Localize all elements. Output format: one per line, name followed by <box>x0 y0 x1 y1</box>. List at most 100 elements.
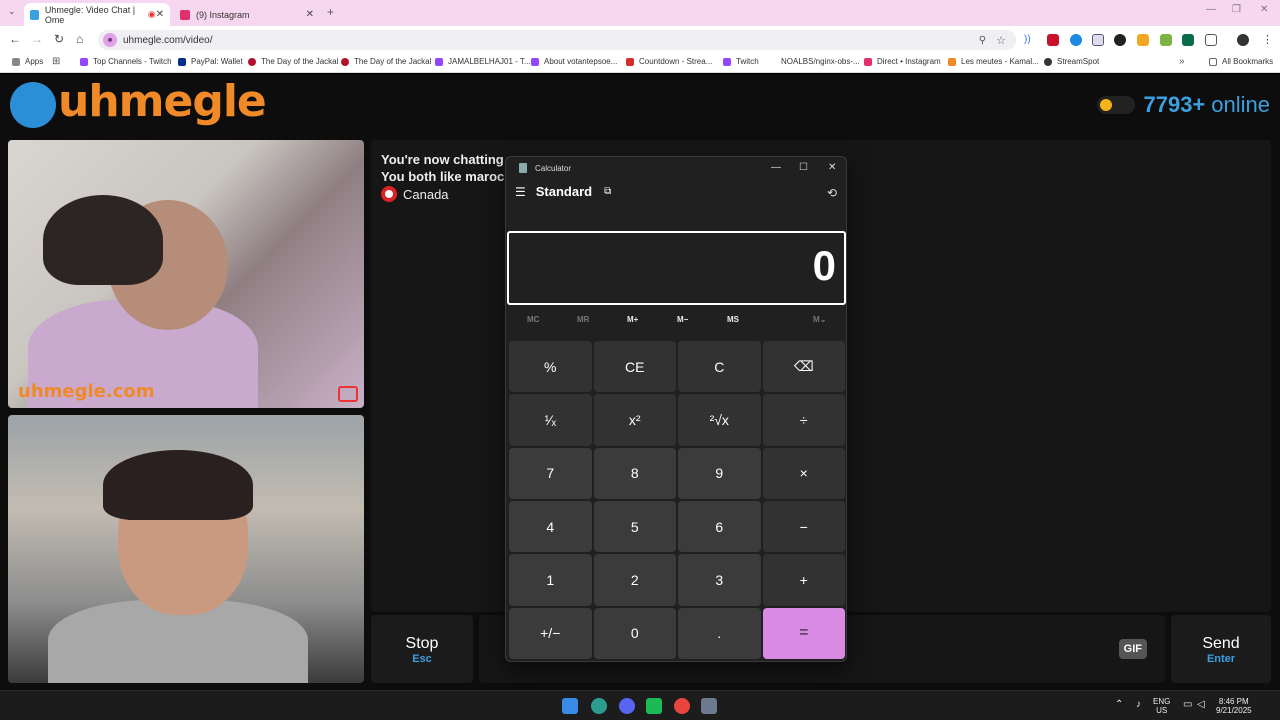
gif-button[interactable]: GIF <box>1118 639 1147 659</box>
forward-icon[interactable]: → <box>31 32 43 46</box>
memory-list-button[interactable]: M⌄ <box>813 315 826 324</box>
maximize-icon[interactable]: ❐ <box>1232 4 1241 15</box>
equals-button[interactable]: = <box>762 607 845 659</box>
digit-4-button[interactable]: 4 <box>509 500 592 553</box>
digit-0-button[interactable]: 0 <box>593 607 676 659</box>
tab-search-icon[interactable]: ⌄ <box>8 6 16 17</box>
square-button[interactable]: x² <box>593 394 676 446</box>
extension-chart-icon[interactable] <box>1182 34 1194 46</box>
extension-wave-icon[interactable]: )) <box>1024 34 1036 46</box>
uhmegle-logo-text[interactable]: uhmegle <box>58 76 267 127</box>
report-flag-icon[interactable] <box>338 386 358 402</box>
discord-icon[interactable] <box>619 698 635 714</box>
uhmegle-logo-icon[interactable] <box>10 82 56 128</box>
send-button[interactable]: Send Enter <box>1171 615 1271 683</box>
bookmark-star-icon[interactable]: ☆ <box>996 34 1006 47</box>
memory-add-button[interactable]: M+ <box>627 315 638 324</box>
browser-menu-icon[interactable]: ⋮ <box>1262 33 1273 46</box>
address-bar[interactable]: ■ uhmegle.com/video/ ⚲ ☆ <box>98 30 1016 50</box>
back-icon[interactable]: ← <box>9 32 21 46</box>
extension-green-icon[interactable] <box>1160 34 1172 46</box>
extension-orange-icon[interactable] <box>1137 34 1149 46</box>
subtract-button[interactable]: − <box>762 500 845 553</box>
zoom-icon[interactable]: ⚲ <box>979 35 986 46</box>
digit-1-button[interactable]: 1 <box>509 554 592 606</box>
calc-close-icon[interactable]: ✕ <box>828 162 836 173</box>
language-indicator[interactable]: ENG US <box>1153 697 1170 715</box>
square-root-button[interactable]: ²√x <box>678 394 761 446</box>
site-info-icon[interactable]: ■ <box>103 33 117 47</box>
minimize-icon[interactable]: — <box>1206 4 1216 15</box>
tray-chevron-icon[interactable]: ⌃ <box>1115 699 1123 710</box>
network-icon[interactable]: ▭ <box>1183 699 1192 710</box>
history-icon[interactable]: ⟲ <box>827 186 837 200</box>
tab-instagram[interactable]: (9) Instagram ✕ <box>174 3 320 26</box>
calculator-taskbar-icon[interactable] <box>701 698 717 714</box>
grid-icon[interactable]: ⊞ <box>52 56 60 67</box>
profile-avatar-icon[interactable] <box>1237 34 1249 46</box>
bookmark-item[interactable]: About votantepsoe... <box>531 57 617 66</box>
app-green-icon[interactable] <box>646 698 662 714</box>
edge-icon[interactable] <box>591 698 607 714</box>
clear-button[interactable]: C <box>678 341 761 393</box>
bookmark-item[interactable]: The Day of the Jackal <box>248 57 338 66</box>
divide-button[interactable]: ÷ <box>762 394 845 446</box>
calculator-titlebar[interactable]: Calculator <box>506 157 846 179</box>
digit-9-button[interactable]: 9 <box>678 447 761 499</box>
extension-blue-icon[interactable] <box>1070 34 1082 46</box>
bookmark-item[interactable]: StreamSpot <box>1044 57 1099 66</box>
close-window-icon[interactable]: ✕ <box>1260 4 1268 15</box>
extensions-puzzle-icon[interactable] <box>1205 34 1217 46</box>
bookmark-item[interactable]: PayPal: Wallet <box>178 57 243 66</box>
more-bookmarks-icon[interactable]: » <box>1179 56 1185 67</box>
decimal-button[interactable]: . <box>678 607 761 659</box>
keep-on-top-icon[interactable]: ⧉ <box>604 186 611 197</box>
reload-icon[interactable]: ↻ <box>54 32 64 46</box>
add-button[interactable]: + <box>762 554 845 606</box>
start-icon[interactable] <box>562 698 578 714</box>
multiply-button[interactable]: × <box>762 447 845 499</box>
backspace-icon[interactable]: ⌫ <box>762 341 845 393</box>
bookmark-item[interactable]: Countdown - Strea... <box>626 57 712 66</box>
calc-minimize-icon[interactable]: — <box>771 162 781 173</box>
digit-7-button[interactable]: 7 <box>509 447 592 499</box>
close-tab-icon[interactable]: ✕ <box>306 9 314 20</box>
reciprocal-button[interactable]: ¹⁄ₓ <box>509 394 592 446</box>
new-tab-button[interactable]: + <box>327 5 334 19</box>
stop-button[interactable]: Stop Esc <box>371 615 473 683</box>
clock[interactable]: 8:46 PM 9/21/2025 <box>1216 697 1252 715</box>
bookmark-item[interactable]: JAMALBELHAJ01 - T... <box>435 57 531 66</box>
extension-screen-icon[interactable] <box>1092 34 1104 46</box>
digit-3-button[interactable]: 3 <box>678 554 761 606</box>
digit-6-button[interactable]: 6 <box>678 500 761 553</box>
theme-toggle[interactable] <box>1097 96 1136 114</box>
all-bookmarks-button[interactable]: All Bookmarks <box>1209 57 1273 66</box>
digit-8-button[interactable]: 8 <box>593 447 676 499</box>
home-icon[interactable]: ⌂ <box>76 32 83 46</box>
percent-button[interactable]: % <box>509 341 592 393</box>
volume-icon[interactable]: ◁ <box>1197 699 1205 710</box>
memory-store-button[interactable]: MS <box>727 315 739 324</box>
bookmark-item[interactable]: The Day of the Jackal <box>341 57 431 66</box>
bookmark-item[interactable]: Les meutes - Kamal... <box>948 57 1039 66</box>
hamburger-menu-icon[interactable]: ☰ <box>515 185 526 199</box>
memory-subtract-button[interactable]: M− <box>677 315 688 324</box>
bookmark-item[interactable]: Direct • Instagram <box>864 57 941 66</box>
memory-clear-button[interactable]: MC <box>527 315 539 324</box>
extension-panda-icon[interactable] <box>1114 34 1126 46</box>
bookmark-apps[interactable]: Apps <box>12 57 43 66</box>
chrome-icon[interactable] <box>674 698 690 714</box>
bookmark-item[interactable]: NOALBS/nginx-obs-... <box>768 57 860 66</box>
digit-5-button[interactable]: 5 <box>593 500 676 553</box>
negate-button[interactable]: +/− <box>509 607 592 659</box>
digit-2-button[interactable]: 2 <box>593 554 676 606</box>
clear-entry-button[interactable]: CE <box>593 341 676 393</box>
extension-red-icon[interactable] <box>1047 34 1059 46</box>
microphone-icon[interactable]: ♪ <box>1136 699 1141 710</box>
close-tab-icon[interactable]: ✕ <box>156 9 164 20</box>
memory-recall-button[interactable]: MR <box>577 315 589 324</box>
calc-maximize-icon[interactable]: ☐ <box>799 162 808 173</box>
bookmark-item[interactable]: Top Channels - Twitch <box>80 57 172 66</box>
bookmark-item[interactable]: Twitch <box>723 57 759 66</box>
tab-uhmegle[interactable]: Uhmegle: Video Chat | Ome ◉ ✕ <box>24 3 170 26</box>
